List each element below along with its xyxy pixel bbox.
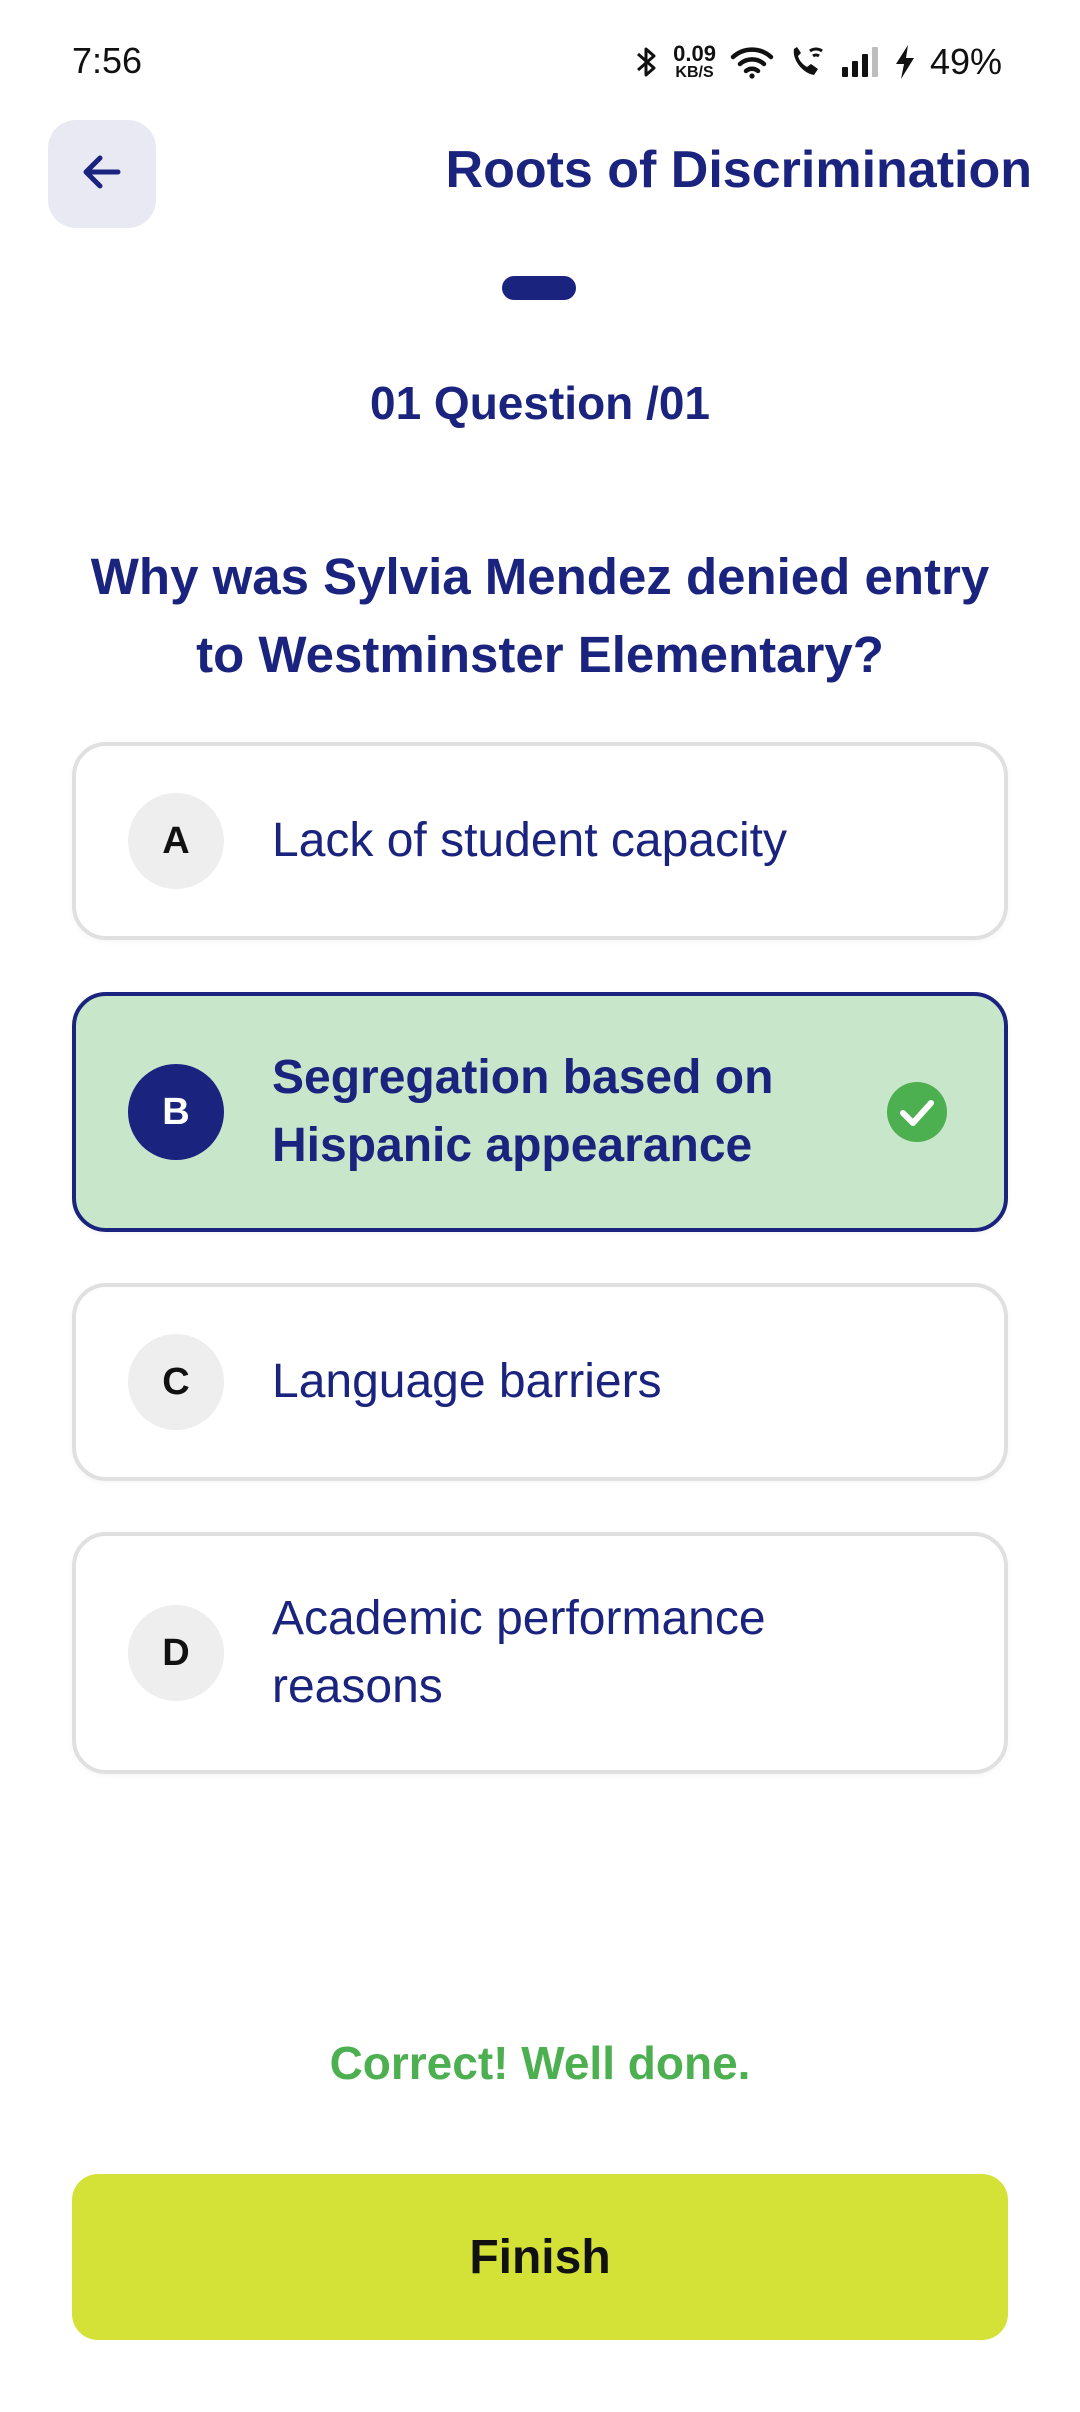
wifi-icon <box>730 45 774 79</box>
option-letter: C <box>128 1334 224 1430</box>
option-letter: B <box>128 1064 224 1160</box>
status-bar: 7:56 0.09 KB/S 49% <box>0 0 1080 124</box>
option-text: Academic performance reasons <box>272 1592 766 1713</box>
option-b[interactable]: B Segregation based on Hispanic appearan… <box>72 992 1008 1232</box>
signal-icon <box>840 47 880 77</box>
check-circle-icon <box>886 1081 948 1143</box>
progress-indicator <box>502 276 576 300</box>
option-letter: A <box>128 793 224 889</box>
option-d[interactable]: D Academic performance reasons <box>72 1532 1008 1774</box>
question-counter: 01 Question /01 <box>369 377 710 429</box>
option-a[interactable]: A Lack of student capacity <box>72 742 1008 940</box>
network-speed: 0.09 KB/S <box>673 43 716 81</box>
status-icons: 0.09 KB/S 49% <box>635 38 1002 86</box>
option-c[interactable]: C Language barriers <box>72 1283 1008 1481</box>
arrow-left-icon <box>78 148 126 201</box>
option-text: Language barriers <box>272 1355 662 1408</box>
option-text: Lack of student capacity <box>272 814 787 867</box>
question-text: Why was Sylvia Mendez denied entry to We… <box>90 548 990 683</box>
charging-icon <box>894 44 916 80</box>
net-speed-value: 0.09 <box>673 41 716 66</box>
back-button[interactable] <box>48 120 156 228</box>
option-letter: D <box>128 1605 224 1701</box>
page-title: Roots of Discrimination <box>445 141 1032 199</box>
feedback-message: Correct! Well done. <box>329 2037 751 2089</box>
status-time: 7:56 <box>72 40 143 81</box>
option-text: Segregation based on Hispanic appearance <box>272 1051 774 1172</box>
bluetooth-icon <box>635 44 659 80</box>
finish-button[interactable]: Finish <box>72 2174 1008 2340</box>
net-speed-unit: KB/S <box>675 64 714 81</box>
wifi-call-icon <box>788 45 826 79</box>
battery-percent: 49% <box>929 41 1002 82</box>
